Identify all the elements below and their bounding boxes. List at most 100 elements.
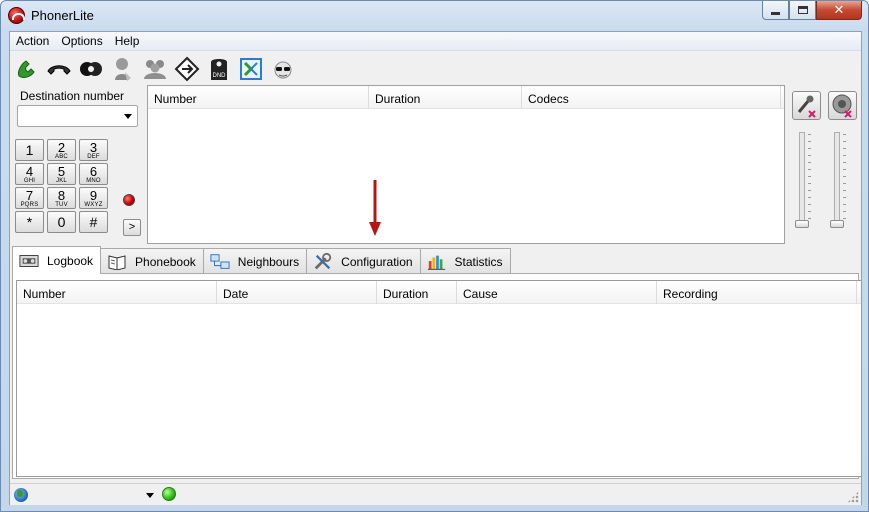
- dial-button[interactable]: [14, 55, 40, 83]
- app-window: PhonerLite ✕ Action Options Help DND Des…: [0, 0, 869, 512]
- slider-ticks: [843, 134, 846, 224]
- microphone-mute-button[interactable]: [792, 91, 821, 120]
- minimize-button[interactable]: [762, 1, 789, 20]
- toolbar: DND: [10, 52, 861, 85]
- destination-label: Destination number: [20, 89, 125, 103]
- key-0-button[interactable]: 0: [47, 211, 76, 233]
- logbook-col-cause[interactable]: Cause: [457, 281, 657, 304]
- minimize-icon: [771, 11, 780, 15]
- slider-thumb[interactable]: [830, 220, 844, 228]
- tab-logbook[interactable]: Logbook: [12, 246, 102, 274]
- anonymous-button[interactable]: [270, 55, 296, 83]
- logbook-panel: Number Date Duration Cause Recording: [12, 273, 862, 479]
- phonerlite-logo-icon[interactable]: [8, 7, 25, 24]
- logbook-list[interactable]: Number Date Duration Cause Recording: [16, 280, 862, 477]
- tab-configuration[interactable]: Configuration: [306, 248, 421, 274]
- callback-button[interactable]: [238, 55, 264, 83]
- active-calls-list[interactable]: Number Duration Codecs: [147, 85, 785, 244]
- slider-thumb[interactable]: [795, 220, 809, 228]
- window-title: PhonerLite: [31, 8, 94, 23]
- logbook-col-recording[interactable]: Recording: [657, 281, 857, 304]
- phone-pickup-icon: [18, 59, 35, 78]
- slider-track: [834, 132, 840, 227]
- microphone-volume-slider[interactable]: [795, 132, 811, 229]
- logbook-col-date[interactable]: Date: [217, 281, 377, 304]
- maximize-icon: [797, 6, 808, 14]
- logbook-col-number[interactable]: Number: [17, 281, 217, 304]
- key-letters: JKL: [56, 178, 67, 184]
- menu-bar: Action Options Help: [10, 32, 861, 51]
- account-selector[interactable]: [32, 488, 142, 502]
- tab-logbook-label: Logbook: [47, 253, 94, 268]
- key-digit: 8: [57, 188, 66, 203]
- key-letters: WXYZ: [84, 202, 103, 208]
- menu-help[interactable]: Help: [109, 32, 146, 51]
- dnd-icon: DND: [211, 58, 227, 80]
- key-digit: #: [89, 214, 98, 230]
- key-digit: 7: [25, 188, 34, 203]
- destination-number-input[interactable]: [17, 105, 138, 127]
- chevron-down-icon[interactable]: [124, 114, 132, 119]
- key-digit: *: [26, 214, 33, 230]
- status-led-icon: [123, 194, 135, 206]
- speaker-mute-button[interactable]: [828, 91, 857, 120]
- logbook-col-duration[interactable]: Duration: [377, 281, 457, 304]
- conference-button[interactable]: [142, 55, 168, 83]
- menu-options[interactable]: Options: [55, 32, 108, 51]
- key-2-button[interactable]: 2 ABC: [47, 139, 76, 161]
- dnd-badge: DND: [213, 73, 227, 79]
- conference-icon: [144, 59, 166, 79]
- close-button[interactable]: ✕: [816, 1, 862, 20]
- key-7-button[interactable]: 7 PQRS: [15, 187, 44, 209]
- tab-configuration-label: Configuration: [341, 254, 413, 269]
- statistics-icon: [427, 254, 447, 270]
- tools-icon: [313, 252, 333, 270]
- registration-status-icon: [162, 487, 176, 501]
- registration-text: [182, 488, 482, 502]
- annotation-arrow-icon: [369, 180, 381, 236]
- dial-keypad: 1 2 ABC 3 DEF 4 GHI 5 JKL 6 MNO 7 PQRS 8 TUV 9 WXYZ * 0 #: [15, 139, 108, 233]
- key-hash-button[interactable]: #: [79, 211, 108, 233]
- speaker-volume-slider[interactable]: [830, 132, 846, 229]
- main-tabs: Logbook Phonebook Neighbours Configurati…: [12, 246, 511, 274]
- calls-col-duration[interactable]: Duration: [369, 86, 522, 109]
- globe-icon: [14, 488, 28, 502]
- key-letters: PQRS: [20, 202, 39, 208]
- tab-neighbours[interactable]: Neighbours: [202, 248, 308, 274]
- key-4-button[interactable]: 4 GHI: [15, 163, 44, 185]
- forward-diamond-icon: [174, 56, 200, 81]
- do-not-disturb-button[interactable]: DND: [206, 55, 232, 83]
- key-9-button[interactable]: 9 WXYZ: [79, 187, 108, 209]
- key-6-button[interactable]: 6 MNO: [79, 163, 108, 185]
- calls-col-codecs[interactable]: Codecs: [522, 86, 781, 109]
- key-digit: 9: [89, 188, 98, 203]
- transfer-button[interactable]: [110, 55, 136, 83]
- maximize-button[interactable]: [789, 1, 816, 20]
- tab-neighbours-label: Neighbours: [237, 254, 300, 269]
- call-forward-button[interactable]: [174, 55, 200, 83]
- key-8-button[interactable]: 8 TUV: [47, 187, 76, 209]
- key-letters: TUV: [55, 202, 68, 208]
- key-letters: GHI: [23, 178, 36, 184]
- tab-statistics[interactable]: Statistics: [419, 248, 511, 274]
- hold-button[interactable]: [78, 55, 104, 83]
- key-digit: 2: [57, 140, 66, 155]
- chevron-down-icon[interactable]: [146, 493, 154, 498]
- resize-grip-icon[interactable]: [847, 491, 859, 503]
- key-star-button[interactable]: *: [15, 211, 44, 233]
- menu-action[interactable]: Action: [10, 32, 55, 51]
- calls-header: Number Duration Codecs: [148, 86, 784, 109]
- calls-col-number[interactable]: Number: [148, 86, 369, 109]
- title-bar[interactable]: PhonerLite ✕: [1, 1, 868, 31]
- hangup-button[interactable]: [46, 55, 72, 83]
- key-5-button[interactable]: 5 JKL: [47, 163, 76, 185]
- key-digit: 6: [89, 164, 98, 179]
- key-digit: 5: [57, 164, 66, 179]
- close-icon: ✕: [833, 2, 845, 17]
- status-bar: [10, 483, 861, 505]
- tab-phonebook[interactable]: Phonebook: [100, 248, 204, 274]
- key-1-button[interactable]: 1: [15, 139, 44, 161]
- keypad-forward-button[interactable]: >: [123, 219, 141, 236]
- key-3-button[interactable]: 3 DEF: [79, 139, 108, 161]
- speaker-muted-icon: [832, 94, 852, 118]
